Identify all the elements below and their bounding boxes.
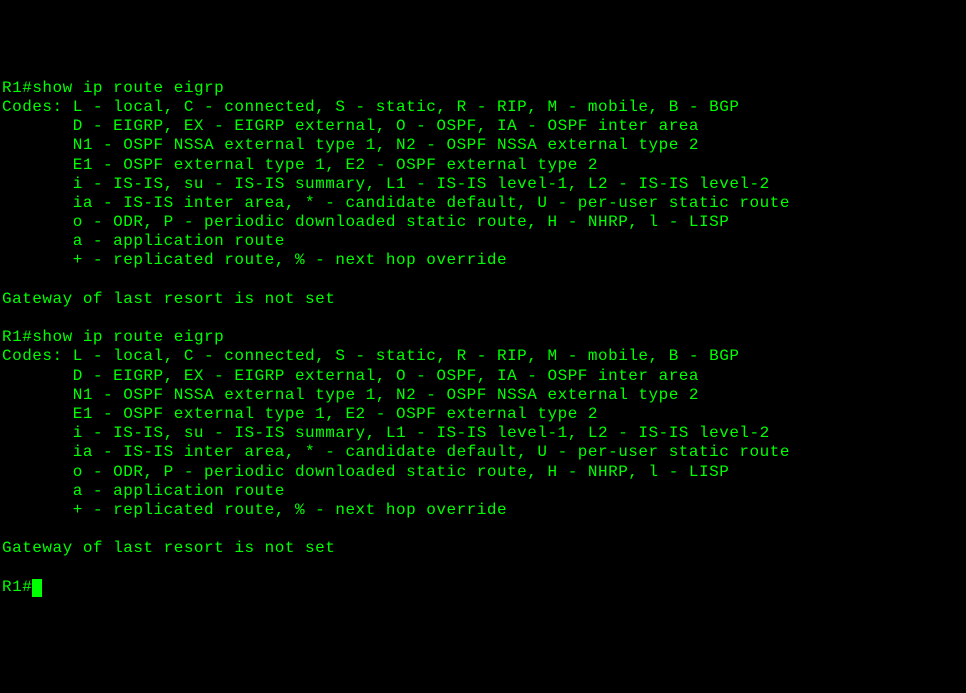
command-2: show ip route eigrp <box>32 328 224 346</box>
codes-line6-1: ia - IS-IS inter area, * - candidate def… <box>2 194 790 212</box>
terminal-output[interactable]: R1#show ip route eigrp Codes: L - local,… <box>2 79 964 597</box>
codes-line2-2: D - EIGRP, EX - EIGRP external, O - OSPF… <box>2 367 699 385</box>
codes-header-1: Codes: L - local, C - connected, S - sta… <box>2 98 739 116</box>
codes-line6-2: ia - IS-IS inter area, * - candidate def… <box>2 443 790 461</box>
codes-line8-1: a - application route <box>2 232 285 250</box>
codes-line7-1: o - ODR, P - periodic downloaded static … <box>2 213 729 231</box>
codes-line4-2: E1 - OSPF external type 1, E2 - OSPF ext… <box>2 405 598 423</box>
codes-line9-2: + - replicated route, % - next hop overr… <box>2 501 507 519</box>
codes-line3-2: N1 - OSPF NSSA external type 1, N2 - OSP… <box>2 386 699 404</box>
codes-line5-1: i - IS-IS, su - IS-IS summary, L1 - IS-I… <box>2 175 770 193</box>
gateway-2: Gateway of last resort is not set <box>2 539 335 557</box>
codes-line5-2: i - IS-IS, su - IS-IS summary, L1 - IS-I… <box>2 424 770 442</box>
final-prompt: R1# <box>2 578 32 596</box>
codes-line7-2: o - ODR, P - periodic downloaded static … <box>2 463 729 481</box>
prompt-1: R1# <box>2 79 32 97</box>
codes-line2-1: D - EIGRP, EX - EIGRP external, O - OSPF… <box>2 117 699 135</box>
codes-line3-1: N1 - OSPF NSSA external type 1, N2 - OSP… <box>2 136 699 154</box>
gateway-1: Gateway of last resort is not set <box>2 290 335 308</box>
command-1: show ip route eigrp <box>32 79 224 97</box>
codes-line4-1: E1 - OSPF external type 1, E2 - OSPF ext… <box>2 156 598 174</box>
codes-line8-2: a - application route <box>2 482 285 500</box>
codes-line9-1: + - replicated route, % - next hop overr… <box>2 251 507 269</box>
prompt-2: R1# <box>2 328 32 346</box>
cursor-icon <box>32 579 42 597</box>
codes-header-2: Codes: L - local, C - connected, S - sta… <box>2 347 739 365</box>
